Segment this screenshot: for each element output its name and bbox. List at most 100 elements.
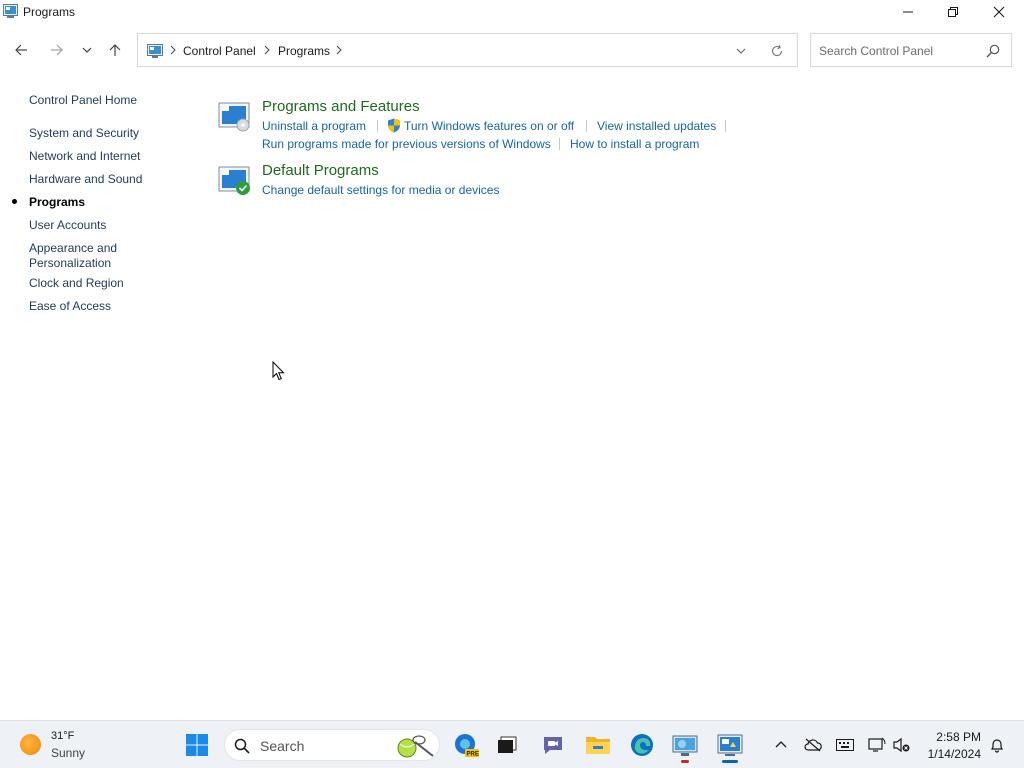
network-icon (868, 737, 886, 752)
sidebar-item-network-internet[interactable]: Network and Internet (29, 149, 140, 164)
link-separator (559, 138, 560, 150)
recent-locations-button[interactable] (76, 39, 98, 61)
change-default-settings-link[interactable]: Change default settings for media or dev… (262, 183, 499, 197)
sidebar-item-clock-region[interactable]: Clock and Region (29, 276, 124, 291)
default-programs-title[interactable]: Default Programs (262, 162, 379, 179)
search-input[interactable] (819, 42, 979, 60)
taskbar-search-label: Search (260, 738, 305, 754)
edge-beta-taskbar-icon[interactable]: PRE (450, 729, 482, 761)
weather-condition: Sunny (51, 746, 86, 760)
restore-icon (948, 7, 958, 17)
search-icon (234, 738, 250, 754)
sidebar-item-programs: Programs (29, 195, 86, 209)
cloud-offline-icon (804, 738, 822, 752)
chat-icon (544, 737, 562, 754)
back-button[interactable] (10, 39, 32, 61)
running-indicator (681, 760, 689, 763)
edge-taskbar-icon[interactable] (626, 729, 658, 761)
remote-desktop-taskbar-icon[interactable] (669, 729, 701, 761)
clock-date[interactable]: 1/14/2024 (918, 747, 981, 761)
weather-temperature: 31°F (51, 730, 75, 742)
onedrive-tray-icon[interactable] (804, 736, 822, 754)
chevron-right-icon[interactable] (262, 44, 272, 56)
mouse-cursor-icon (272, 361, 285, 381)
programs-and-features-icon[interactable] (218, 101, 252, 133)
arrow-left-icon (15, 44, 27, 56)
how-to-install-link[interactable]: How to install a program (570, 137, 699, 151)
run-older-programs-link[interactable]: Run programs made for previous versions … (262, 137, 551, 151)
svg-text:PRE: PRE (467, 752, 479, 758)
breadcrumb-control-panel[interactable]: Control Panel (183, 44, 256, 58)
remote-desktop-icon (672, 735, 698, 756)
chevron-down-icon (736, 48, 746, 54)
refresh-button[interactable] (768, 42, 786, 60)
taskbar: 31°F Sunny Search PRE 2:58 PM 1/14/2024 (0, 720, 1024, 768)
minimize-icon (903, 11, 913, 13)
sidebar-item-appearance[interactable]: Appearance and (29, 241, 117, 256)
control-panel-icon (3, 4, 18, 18)
task-view-icon (498, 736, 517, 753)
current-item-bullet (12, 199, 17, 204)
close-button[interactable] (976, 0, 1022, 24)
speaker-muted-icon (893, 737, 910, 753)
network-tray-icon[interactable] (868, 736, 886, 754)
link-separator (377, 120, 378, 132)
edge-icon (631, 734, 653, 756)
taskbar-search[interactable]: Search (224, 729, 440, 761)
up-button[interactable] (104, 39, 126, 61)
sidebar-item-hardware-sound[interactable]: Hardware and Sound (29, 172, 142, 187)
control-panel-taskbar-icon[interactable] (714, 729, 746, 761)
forward-button[interactable] (46, 39, 68, 61)
file-explorer-taskbar-icon[interactable] (582, 729, 614, 761)
programs-and-features-title[interactable]: Programs and Features (262, 98, 420, 115)
link-separator (586, 120, 587, 132)
control-panel-home-link[interactable]: Control Panel Home (29, 93, 137, 108)
breadcrumb-programs[interactable]: Programs (278, 44, 330, 58)
control-panel-icon (147, 44, 163, 58)
sidebar-item-ease-of-access[interactable]: Ease of Access (29, 299, 111, 314)
arrow-right-icon (51, 44, 63, 56)
window-title: Programs (23, 5, 76, 19)
sidebar-item-system-security[interactable]: System and Security (29, 126, 139, 141)
navigation-bar: Control Panel Programs (0, 30, 1024, 70)
minimize-button[interactable] (885, 0, 931, 24)
chevron-right-icon[interactable] (334, 44, 344, 56)
show-hidden-icons-button[interactable] (772, 736, 790, 754)
control-panel-icon (717, 734, 743, 756)
view-installed-updates-link[interactable]: View installed updates (597, 119, 716, 133)
link-separator (725, 120, 726, 132)
arrow-up-icon (109, 44, 121, 56)
bell-icon (991, 739, 1003, 753)
title-bar: Programs (0, 0, 1024, 24)
uninstall-program-link[interactable]: Uninstall a program (262, 119, 366, 133)
clock-time[interactable]: 2:58 PM (925, 730, 981, 744)
address-bar[interactable]: Control Panel Programs (137, 33, 798, 67)
chevron-up-icon (775, 741, 787, 748)
address-history-dropdown[interactable] (732, 43, 750, 59)
windows-features-link[interactable]: Turn Windows features on or off (404, 119, 574, 133)
sidebar-item-user-accounts[interactable]: User Accounts (29, 218, 106, 233)
edge-preview-icon: PRE (455, 734, 479, 758)
notifications-button[interactable] (988, 736, 1006, 754)
keyboard-icon (836, 739, 854, 751)
task-view-taskbar-icon[interactable] (491, 729, 523, 761)
default-programs-icon[interactable] (218, 165, 252, 197)
keyboard-tray-icon[interactable] (836, 736, 854, 754)
search-box[interactable] (810, 33, 1012, 67)
sidebar-item-personalization[interactable]: Personalization (29, 256, 111, 271)
teams-chat-taskbar-icon[interactable] (537, 729, 569, 761)
chevron-down-icon (82, 47, 92, 53)
search-highlight-icon (397, 735, 434, 758)
folder-icon (586, 737, 610, 754)
chevron-right-icon[interactable] (168, 44, 178, 56)
close-icon (993, 6, 1005, 18)
active-window-indicator (722, 760, 738, 763)
restore-button[interactable] (930, 0, 976, 24)
windows-logo-icon (186, 734, 208, 756)
search-icon[interactable] (985, 43, 1001, 59)
volume-tray-icon[interactable] (893, 736, 911, 754)
refresh-icon (771, 44, 783, 57)
sun-icon (20, 734, 41, 755)
uac-shield-icon (388, 118, 400, 133)
start-button[interactable] (181, 729, 213, 761)
